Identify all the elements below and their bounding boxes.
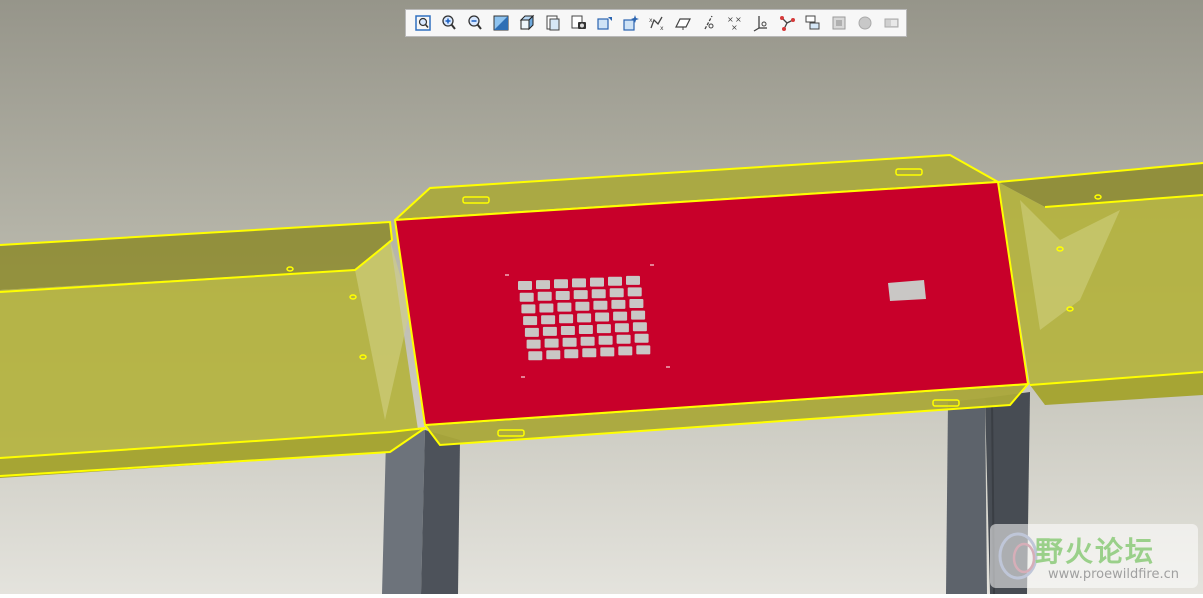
vent-hole (631, 310, 646, 320)
vent-hole (537, 291, 552, 301)
watermark-url: www.proewildfire.cn (1048, 567, 1179, 582)
vent-hole (528, 351, 543, 361)
vent-hole (596, 324, 611, 334)
vent-hole (591, 289, 606, 299)
vent-hole (598, 335, 613, 345)
layer-icon[interactable] (800, 12, 826, 34)
vent-hole (626, 275, 640, 285)
datum-display-icon[interactable] (618, 12, 644, 34)
zoom-in-icon[interactable] (436, 12, 462, 34)
vent-hole (564, 349, 579, 359)
zoom-fit-icon[interactable] (410, 12, 436, 34)
vent-hole (518, 281, 532, 290)
vent-hole (629, 299, 644, 308)
selected-panel-surface[interactable] (393, 180, 1030, 427)
svg-text:×: × (731, 23, 738, 32)
vent-hole (524, 327, 539, 337)
vent-hole (636, 345, 651, 355)
vent-hole (595, 312, 610, 322)
3d-viewport[interactable] (0, 0, 1203, 595)
vent-hole (523, 316, 538, 326)
zoom-out-icon[interactable] (462, 12, 488, 34)
vent-hole (542, 326, 557, 336)
left-frame (0, 220, 426, 478)
saved-views-icon[interactable] (540, 12, 566, 34)
point-display-icon[interactable] (696, 12, 722, 34)
rect-cutout (888, 280, 926, 301)
vent-hole (536, 280, 550, 290)
vent-hole (560, 326, 575, 335)
view-toolbar: xx × × × (405, 9, 907, 37)
vent-hole (578, 325, 593, 334)
vent-hole (559, 314, 574, 324)
vent-hole (634, 333, 649, 343)
vent-hole (577, 313, 592, 323)
view-orientation-icon[interactable] (514, 12, 540, 34)
vent-hole (627, 287, 642, 297)
vent-hole (572, 278, 586, 288)
model-canvas[interactable] (0, 0, 1203, 595)
vent-hole (541, 315, 556, 325)
vent-hole (616, 334, 631, 344)
vent-hole (555, 291, 570, 300)
vent-hole (544, 338, 559, 348)
vent-hole (554, 279, 568, 289)
sphere-icon[interactable] (852, 12, 878, 34)
plane-display-icon[interactable]: xx (644, 12, 670, 34)
close-view-icon[interactable] (878, 12, 904, 34)
vent-hole (609, 288, 624, 298)
vent-hole (546, 350, 561, 360)
vent-hole (611, 299, 626, 309)
vent-hole (519, 292, 534, 302)
vent-hole (608, 276, 622, 286)
repaint-icon[interactable] (488, 12, 514, 34)
render-icon[interactable] (826, 12, 852, 34)
svg-text:x: x (660, 25, 664, 32)
vent-hole (562, 337, 577, 347)
axis-display-icon[interactable] (670, 12, 696, 34)
vent-hole (632, 322, 647, 332)
vent-hole (557, 302, 572, 312)
vent-hole (521, 304, 536, 314)
watermark-title: 野火论坛 (1035, 535, 1156, 568)
vent-hole (614, 323, 629, 333)
model-tree-icon[interactable] (774, 12, 800, 34)
vent-hole (573, 290, 588, 300)
vent-hole (593, 300, 608, 310)
vent-hole (618, 346, 633, 356)
vent-hole (539, 303, 554, 313)
vent-hole (526, 339, 541, 349)
vent-hole (580, 336, 595, 346)
csys-display-icon[interactable]: × × × (722, 12, 748, 34)
vent-hole (600, 347, 615, 357)
annotation-display-icon[interactable] (748, 12, 774, 34)
svg-text:x: x (649, 17, 653, 24)
display-style-icon[interactable] (566, 12, 592, 34)
right-frame (997, 162, 1203, 405)
vent-hole (590, 277, 604, 287)
vent-hole (575, 301, 590, 311)
spin-center-icon[interactable] (592, 12, 618, 34)
vent-hole (582, 348, 597, 358)
vent-hole (613, 311, 628, 321)
